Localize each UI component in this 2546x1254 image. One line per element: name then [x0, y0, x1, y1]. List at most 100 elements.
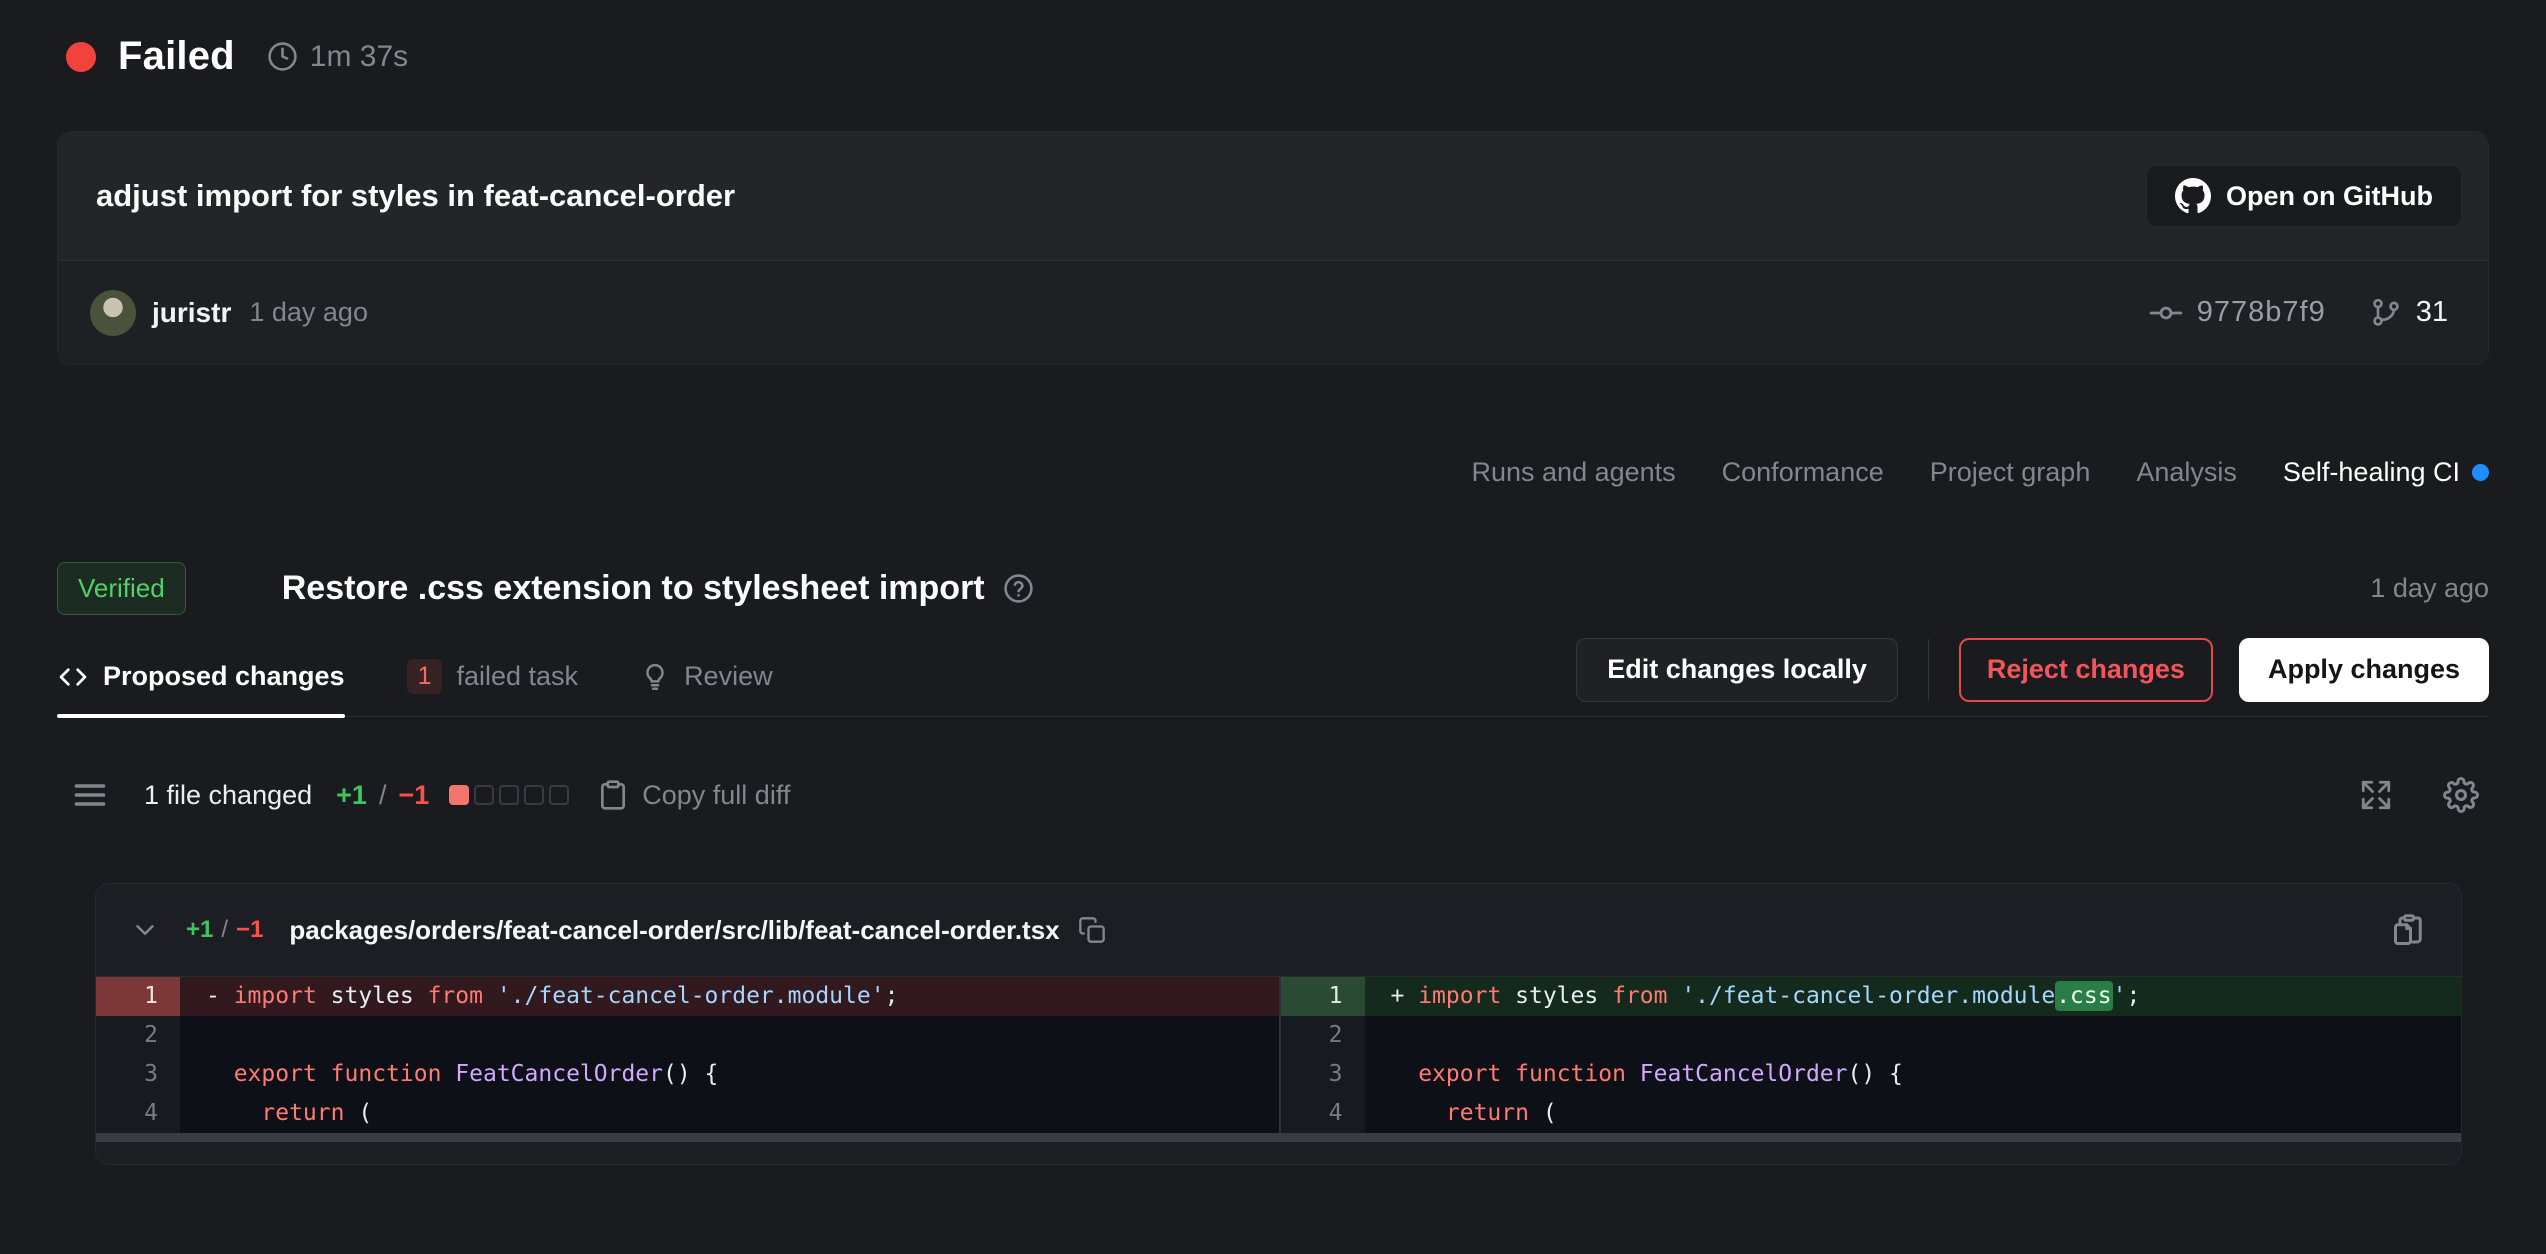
lightbulb-icon	[640, 662, 670, 692]
github-button-label: Open on GitHub	[2226, 181, 2433, 212]
diff-line-add: 1+ import styles from './feat-cancel-ord…	[1281, 977, 2462, 1016]
open-on-github-button[interactable]: Open on GitHub	[2146, 165, 2462, 227]
commit-card: adjust import for styles in feat-cancel-…	[57, 131, 2489, 365]
code-text: return (	[180, 1094, 1279, 1133]
tab-review-label: Review	[684, 661, 773, 692]
additions-count: +1	[336, 780, 367, 811]
diff-toolbar: 1 file changed +1 / −1 Copy full diff	[57, 763, 2489, 827]
clipboard-icon	[597, 779, 629, 811]
nav-item-project-graph[interactable]: Project graph	[1930, 457, 2091, 488]
nav-item-self-healing-ci[interactable]: Self-healing CI	[2283, 457, 2489, 488]
diff-pane-old: 1- import styles from './feat-cancel-ord…	[96, 977, 1279, 1133]
diff-line-ctx: 4 return (	[96, 1094, 1279, 1133]
copy-path-icon[interactable]	[1078, 916, 1106, 944]
failed-task-count-badge: 1	[407, 659, 443, 694]
line-number: 3	[1281, 1055, 1365, 1094]
diff-line-ctx: 2	[1281, 1016, 2462, 1055]
commit-hash: 9778b7f9	[2197, 296, 2326, 329]
diff-stat-square	[499, 785, 519, 805]
commit-meta-row: juristr 1 day ago 9778b7f9 31	[58, 260, 2488, 364]
diff-file-card: +1 / −1 packages/orders/feat-cancel-orde…	[95, 883, 2462, 1165]
chevron-down-icon[interactable]	[130, 915, 160, 945]
author-avatar	[90, 290, 136, 336]
diff-pane-new: 1+ import styles from './feat-cancel-ord…	[1279, 977, 2462, 1133]
line-number: 2	[1281, 1016, 1365, 1055]
verified-badge: Verified	[57, 562, 186, 615]
code-text	[1365, 1016, 2462, 1055]
help-icon[interactable]	[1003, 573, 1034, 604]
author-name[interactable]: juristr	[152, 297, 231, 329]
diff-file-header: +1 / −1 packages/orders/feat-cancel-orde…	[96, 884, 2461, 976]
diff-line-ctx: 3 export function FeatCancelOrder() {	[96, 1055, 1279, 1094]
deletions-count: −1	[398, 780, 429, 811]
code-text: + import styles from './feat-cancel-orde…	[1365, 977, 2462, 1016]
diff-stat-squares	[449, 785, 569, 805]
workspace-nav: Runs and agents Conformance Project grap…	[57, 447, 2489, 497]
blue-dot-indicator	[2472, 464, 2489, 481]
code-icon	[57, 661, 89, 693]
reject-changes-button[interactable]: Reject changes	[1959, 638, 2213, 702]
diff-stat-square	[474, 785, 494, 805]
diff-code-area: 1- import styles from './feat-cancel-ord…	[96, 976, 2461, 1133]
nav-item-runs-and-agents[interactable]: Runs and agents	[1472, 457, 1676, 488]
diff-toolbar-right	[2359, 777, 2479, 813]
git-commit-icon	[2149, 296, 2183, 330]
duration-group: 1m 37s	[267, 40, 408, 74]
pipeline-status-row: Failed 1m 37s	[66, 0, 2489, 79]
menu-icon[interactable]	[72, 777, 108, 813]
fix-tabs-row: Proposed changes 1 failed task Review Ed…	[57, 637, 2489, 717]
tab-proposed-changes-label: Proposed changes	[103, 661, 345, 692]
nav-active-label: Self-healing CI	[2283, 457, 2460, 488]
commit-card-title-row: adjust import for styles in feat-cancel-…	[58, 132, 2488, 260]
diff-line-ctx: 2	[96, 1016, 1279, 1055]
edit-changes-locally-button[interactable]: Edit changes locally	[1576, 638, 1898, 702]
file-stat-separator: /	[213, 916, 236, 944]
diff-stat-square	[524, 785, 544, 805]
file-additions: +1	[186, 916, 213, 944]
line-number: 4	[1281, 1094, 1365, 1133]
code-text: return (	[1365, 1094, 2462, 1133]
apply-changes-button[interactable]: Apply changes	[2239, 638, 2489, 702]
line-number: 3	[96, 1055, 180, 1094]
diff-stat-square	[449, 785, 469, 805]
copy-full-diff-button[interactable]: Copy full diff	[597, 779, 790, 811]
file-path: packages/orders/feat-cancel-order/src/li…	[289, 915, 1059, 946]
git-branch-icon	[2370, 297, 2402, 329]
clipboard-paste-icon[interactable]	[2391, 912, 2427, 948]
code-text: export function FeatCancelOrder() {	[1365, 1055, 2462, 1094]
commit-time: 1 day ago	[249, 297, 368, 328]
horizontal-scrollbar[interactable]	[96, 1133, 2461, 1142]
code-text: export function FeatCancelOrder() {	[180, 1055, 1279, 1094]
diff-stat-square	[549, 785, 569, 805]
fix-action-buttons: Edit changes locally Reject changes Appl…	[1576, 638, 2489, 702]
github-icon	[2175, 178, 2211, 214]
commit-stats-group: 9778b7f9 31	[2149, 296, 2448, 330]
code-text	[180, 1016, 1279, 1055]
duration-text: 1m 37s	[310, 40, 408, 74]
status-label: Failed	[118, 34, 235, 79]
expand-icon[interactable]	[2359, 778, 2393, 812]
diff-line-del: 1- import styles from './feat-cancel-ord…	[96, 977, 1279, 1016]
diff-line-ctx: 4 return (	[1281, 1094, 2462, 1133]
line-number: 1	[96, 977, 180, 1016]
tab-failed-task[interactable]: 1 failed task	[407, 637, 578, 716]
branch-count-group: 31	[2370, 296, 2448, 329]
stat-separator: /	[371, 780, 395, 811]
nav-item-analysis[interactable]: Analysis	[2136, 457, 2237, 488]
copy-full-diff-label: Copy full diff	[642, 780, 790, 811]
fix-title: Restore .css extension to stylesheet imp…	[282, 569, 985, 608]
line-number: 1	[1281, 977, 1365, 1016]
gear-icon[interactable]	[2443, 777, 2479, 813]
fix-time: 1 day ago	[2370, 573, 2489, 604]
button-divider	[1928, 639, 1929, 701]
branch-count: 31	[2416, 296, 2448, 329]
self-healing-ci-page: Failed 1m 37s adjust import for styles i…	[0, 0, 2546, 1254]
diff-line-ctx: 3 export function FeatCancelOrder() {	[1281, 1055, 2462, 1094]
tab-proposed-changes[interactable]: Proposed changes	[57, 637, 345, 716]
commit-message: adjust import for styles in feat-cancel-…	[96, 178, 735, 214]
tab-review[interactable]: Review	[640, 637, 773, 716]
line-number: 4	[96, 1094, 180, 1133]
nav-item-conformance[interactable]: Conformance	[1722, 457, 1884, 488]
file-deletions: −1	[236, 916, 263, 944]
commit-hash-group[interactable]: 9778b7f9	[2149, 296, 2326, 330]
